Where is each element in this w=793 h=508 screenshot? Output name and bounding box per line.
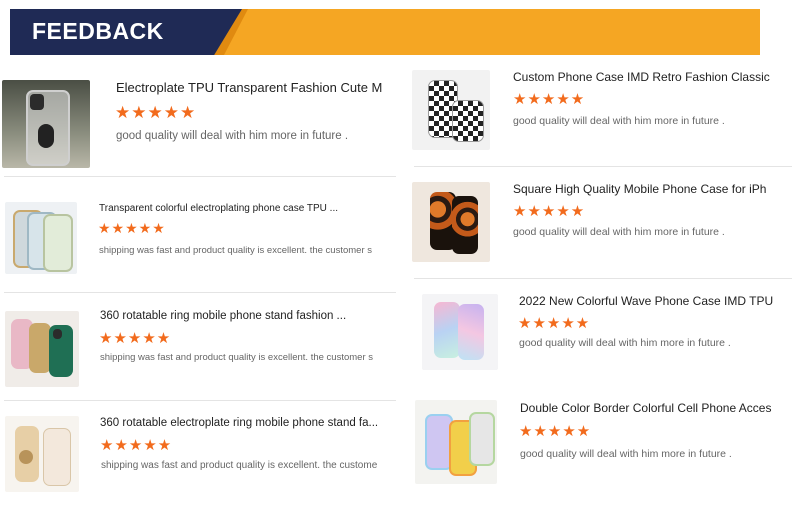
- star-rating: ★★★★★: [518, 315, 591, 332]
- product-image: [2, 80, 90, 168]
- review-card[interactable]: 360 rotatable ring mobile phone stand fa…: [0, 305, 400, 395]
- product-image: [415, 400, 497, 484]
- product-title[interactable]: Custom Phone Case IMD Retro Fashion Clas…: [513, 70, 793, 84]
- review-text: shipping was fast and product quality is…: [99, 245, 373, 256]
- product-image: [412, 70, 490, 150]
- review-card[interactable]: 2022 New Colorful Wave Phone Case IMD TP…: [410, 290, 793, 382]
- review-text: good quality will deal with him more in …: [513, 226, 725, 238]
- review-card[interactable]: 360 rotatable electroplate ring mobile p…: [0, 412, 400, 502]
- star-rating: ★★★★★: [115, 103, 197, 122]
- product-image: [422, 294, 498, 370]
- feedback-banner: FEEDBACK: [10, 9, 760, 55]
- divider: [4, 400, 396, 401]
- review-text: shipping was fast and product quality is…: [101, 460, 378, 471]
- star-rating: ★★★★★: [513, 91, 586, 108]
- divider: [414, 278, 792, 279]
- review-text: good quality will deal with him more in …: [519, 337, 731, 349]
- product-image: [5, 202, 77, 274]
- divider: [4, 292, 396, 293]
- review-card[interactable]: Square High Quality Mobile Phone Case fo…: [410, 178, 793, 270]
- review-text: shipping was fast and product quality is…: [100, 352, 374, 363]
- star-rating: ★★★★★: [519, 423, 592, 440]
- product-title[interactable]: Transparent colorful electroplating phon…: [99, 203, 399, 214]
- review-card[interactable]: Transparent colorful electroplating phon…: [0, 195, 400, 285]
- review-text: good quality will deal with him more in …: [520, 448, 732, 460]
- star-rating: ★★★★★: [99, 330, 172, 347]
- divider: [414, 166, 792, 167]
- product-title[interactable]: Electroplate TPU Transparent Fashion Cut…: [116, 80, 398, 95]
- product-image: [412, 182, 490, 262]
- product-title[interactable]: 360 rotatable electroplate ring mobile p…: [100, 417, 398, 429]
- review-text: good quality will deal with him more in …: [116, 130, 349, 142]
- product-image: [5, 416, 79, 492]
- product-title[interactable]: 2022 New Colorful Wave Phone Case IMD TP…: [519, 294, 793, 308]
- product-title[interactable]: 360 rotatable ring mobile phone stand fa…: [100, 310, 400, 322]
- product-title[interactable]: Square High Quality Mobile Phone Case fo…: [513, 182, 793, 196]
- divider: [4, 176, 396, 177]
- star-rating: ★★★★★: [98, 220, 166, 236]
- star-rating: ★★★★★: [513, 203, 586, 220]
- review-card[interactable]: Electroplate TPU Transparent Fashion Cut…: [0, 70, 400, 170]
- product-title[interactable]: Double Color Border Colorful Cell Phone …: [520, 401, 793, 415]
- banner-title: FEEDBACK: [32, 18, 164, 44]
- review-text: good quality will deal with him more in …: [513, 115, 725, 127]
- star-rating: ★★★★★: [100, 437, 173, 454]
- product-image: [5, 311, 79, 387]
- review-card[interactable]: Double Color Border Colorful Cell Phone …: [410, 398, 793, 498]
- review-card[interactable]: Custom Phone Case IMD Retro Fashion Clas…: [410, 66, 793, 158]
- banner-orange-band: [200, 9, 760, 55]
